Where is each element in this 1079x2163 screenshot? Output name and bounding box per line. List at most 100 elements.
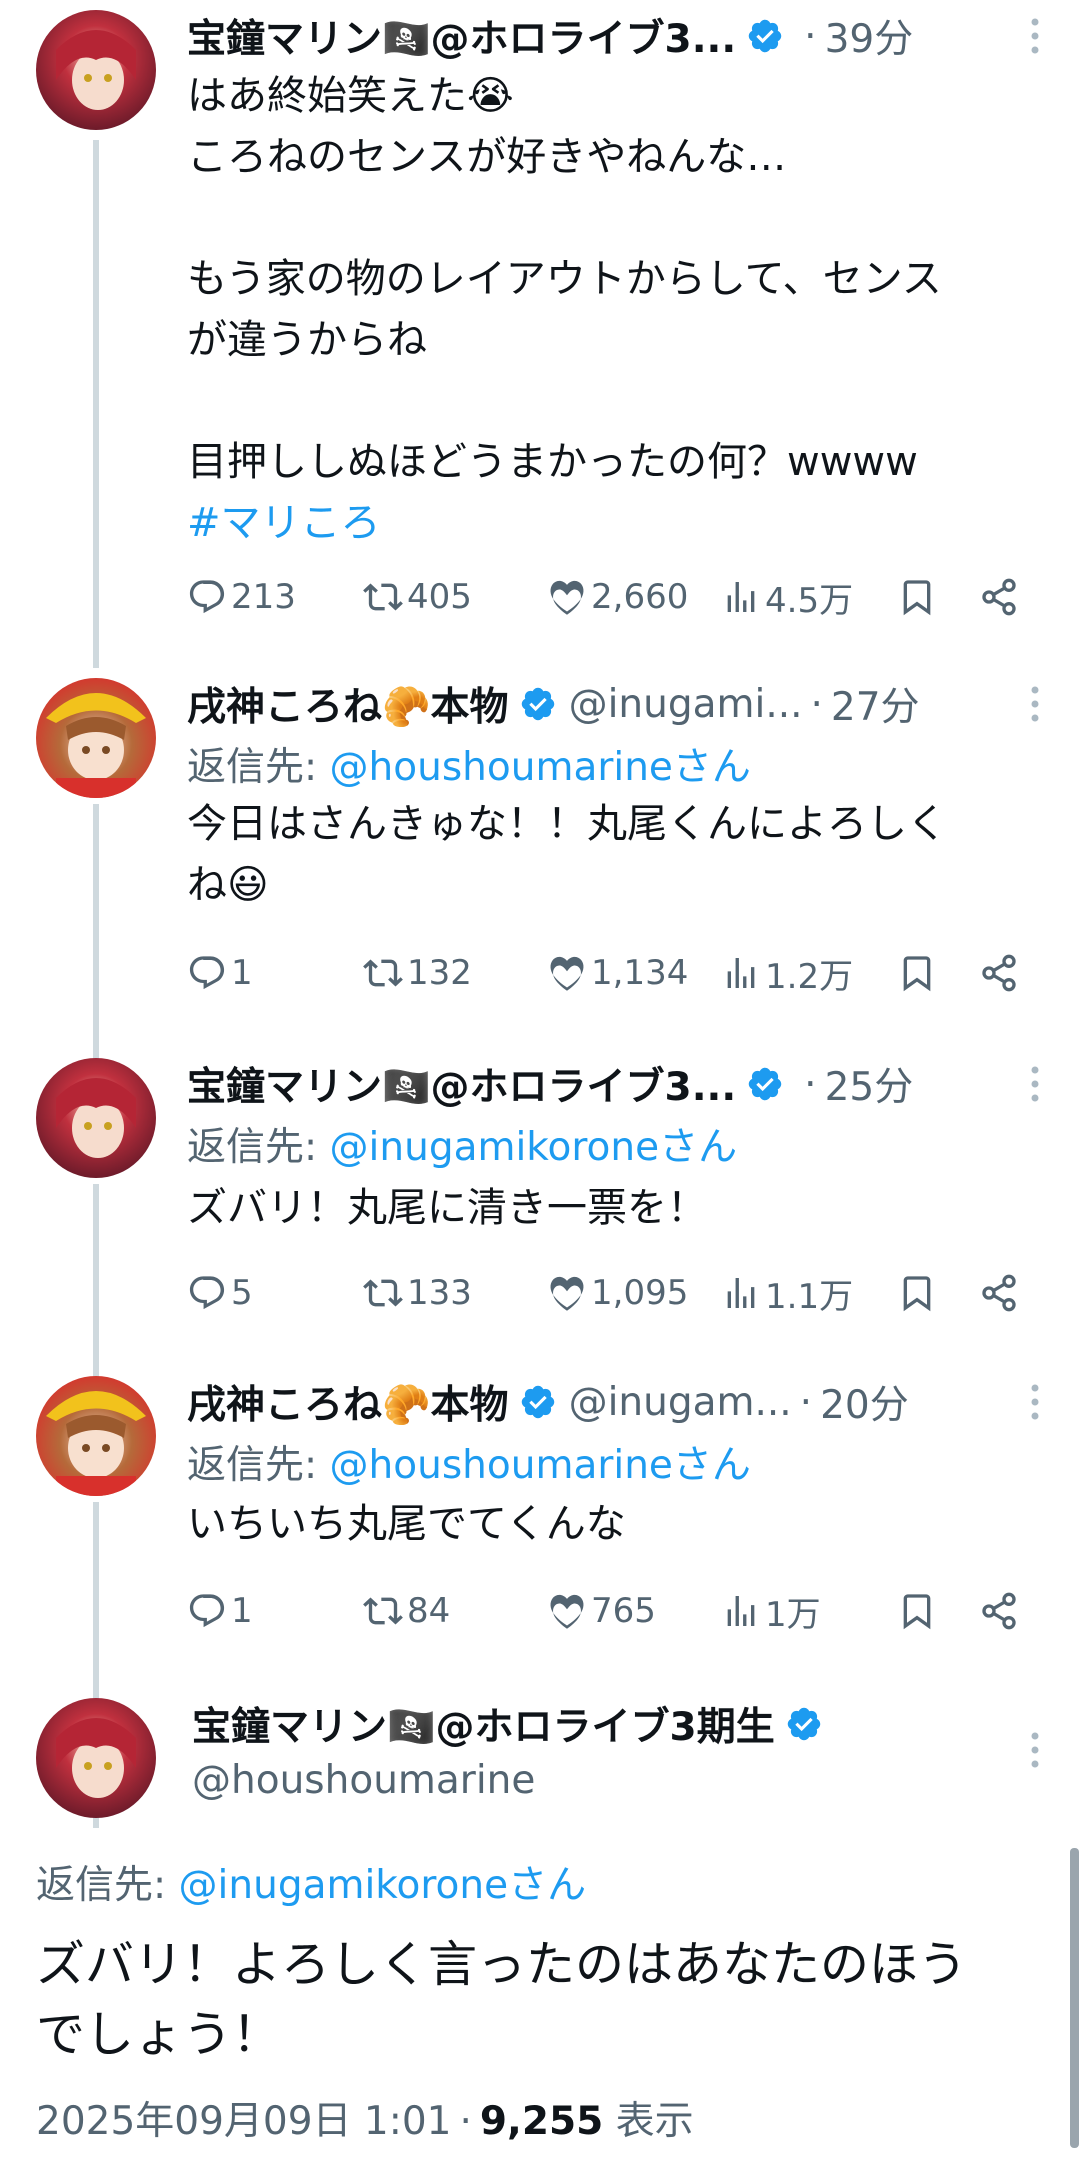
views-count: 1万 <box>765 1594 821 1635</box>
avatar[interactable] <box>36 1698 156 1818</box>
action-bar: 5 133 1,095 1.1万 <box>187 1268 1023 1318</box>
reply-count: 213 <box>231 577 296 617</box>
reply-to-label: 返信先: <box>36 1863 179 1908</box>
reply-button[interactable]: 213 <box>187 572 296 622</box>
like-icon <box>547 953 587 993</box>
reply-to-label: 返信先: <box>187 745 330 790</box>
views-button[interactable]: 4.5万 <box>721 572 853 622</box>
share-icon <box>979 1591 1019 1631</box>
avatar[interactable] <box>36 10 156 130</box>
more-icon[interactable] <box>1029 16 1041 56</box>
repost-button[interactable]: 133 <box>363 1268 472 1318</box>
like-icon <box>547 1591 587 1631</box>
share-button[interactable] <box>979 1268 1019 1318</box>
hashtag-link[interactable]: #マリころ <box>187 500 381 546</box>
repost-icon <box>363 577 403 617</box>
tweet-header: 宝鐘マリン🏴‍☠️@ホロライブ3... · 25分 <box>187 1054 913 1114</box>
tweet-header: 宝鐘マリン🏴‍☠️@ホロライブ3... · 39分 <box>187 6 913 66</box>
marine-avatar-image <box>36 1058 156 1178</box>
share-button[interactable] <box>979 1586 1019 1636</box>
display-name[interactable]: 宝鐘マリン🏴‍☠️@ホロライブ3... <box>187 1056 736 1112</box>
reply-button[interactable]: 1 <box>187 1586 253 1636</box>
avatar[interactable] <box>36 678 156 798</box>
reply-to-mention[interactable]: @inugamikoroneさん <box>330 1125 738 1170</box>
separator-dot: · <box>810 681 823 727</box>
tweet-timestamp[interactable]: 2025年09月09日 1:01 <box>36 2099 451 2144</box>
like-count: 1,134 <box>591 953 689 993</box>
views-label: 表示 <box>615 2099 694 2144</box>
tweet-text: ズバリ！丸尾に清き一票を！ <box>187 1185 707 1231</box>
tweet-text: ズバリ！よろしく言ったのはあなたのほう でしょう！ <box>36 1936 968 2063</box>
reply-to-mention[interactable]: @houshoumarineさん <box>330 745 751 790</box>
repost-count: 133 <box>407 1273 472 1313</box>
tweet-text-content: はあ終始笑えた😭 ころねのセンスが好きやねんな… もう家の物のレイアウトからして… <box>187 73 942 485</box>
separator-dot: · <box>799 1379 813 1425</box>
reply-to-line: 返信先: @houshoumarineさん <box>187 1434 751 1490</box>
action-bar: 213 405 2,660 4.5万 <box>187 572 1023 622</box>
share-icon <box>979 953 1019 993</box>
bookmark-icon <box>897 577 937 617</box>
user-handle[interactable]: @inugami... <box>569 682 803 727</box>
like-button[interactable]: 2,660 <box>547 572 688 622</box>
display-name[interactable]: 戌神ころね🥐本物 <box>187 1374 509 1430</box>
repost-count: 405 <box>407 577 472 617</box>
korone-avatar-image <box>36 678 156 798</box>
views-total: 9,255 <box>479 2099 604 2144</box>
like-count: 1,095 <box>591 1273 689 1313</box>
avatar[interactable] <box>36 1376 156 1496</box>
like-button[interactable]: 765 <box>547 1586 656 1636</box>
reply-button[interactable]: 5 <box>187 1268 253 1318</box>
tweet-meta: 2025年09月09日 1:01 · 9,255 表示 <box>36 2090 694 2146</box>
more-icon[interactable] <box>1029 684 1041 724</box>
scrollbar[interactable] <box>1070 1848 1079 2148</box>
reply-to-label: 返信先: <box>187 1125 330 1170</box>
timestamp[interactable]: 20分 <box>820 1374 909 1430</box>
timestamp[interactable]: 27分 <box>831 676 920 732</box>
reply-button[interactable]: 1 <box>187 948 253 998</box>
views-icon <box>721 953 761 993</box>
repost-button[interactable]: 405 <box>363 572 472 622</box>
share-button[interactable] <box>979 572 1019 622</box>
reply-count: 1 <box>231 953 253 993</box>
views-button[interactable]: 1万 <box>721 1586 821 1636</box>
like-count: 2,660 <box>591 577 689 617</box>
display-name[interactable]: 戌神ころね🥐本物 <box>187 676 509 732</box>
like-button[interactable]: 1,134 <box>547 948 688 998</box>
views-count: 1.2万 <box>765 956 854 997</box>
reply-icon <box>187 1273 227 1313</box>
bookmark-button[interactable] <box>897 1268 937 1318</box>
reply-icon <box>187 577 227 617</box>
timestamp[interactable]: 39分 <box>825 8 914 64</box>
reply-to-line: 返信先: @inugamikoroneさん <box>36 1854 586 1910</box>
user-handle[interactable]: @houshoumarine <box>192 1758 535 1803</box>
like-count: 765 <box>591 1591 656 1631</box>
display-name[interactable]: 宝鐘マリン🏴‍☠️@ホロライブ3期生 <box>192 1696 775 1752</box>
more-icon[interactable] <box>1029 1382 1041 1422</box>
repost-icon <box>363 1273 403 1313</box>
more-icon[interactable] <box>1029 1730 1041 1770</box>
reply-to-mention[interactable]: @houshoumarineさん <box>330 1443 751 1488</box>
avatar[interactable] <box>36 1058 156 1178</box>
separator-dot: · <box>804 1061 817 1107</box>
user-handle[interactable]: @inugam... <box>569 1380 792 1425</box>
bookmark-button[interactable] <box>897 1586 937 1636</box>
display-name[interactable]: 宝鐘マリン🏴‍☠️@ホロライブ3... <box>187 8 736 64</box>
like-button[interactable]: 1,095 <box>547 1268 688 1318</box>
verified-badge-icon <box>746 1065 784 1103</box>
views-button[interactable]: 1.1万 <box>721 1268 853 1318</box>
repost-icon <box>363 953 403 993</box>
timestamp[interactable]: 25分 <box>825 1056 914 1112</box>
tweet-header: 戌神ころね🥐本物 @inugam... · 20分 <box>187 1372 909 1432</box>
bookmark-button[interactable] <box>897 948 937 998</box>
bookmark-button[interactable] <box>897 572 937 622</box>
reply-to-line: 返信先: @houshoumarineさん <box>187 736 751 792</box>
views-icon <box>721 577 761 617</box>
more-icon[interactable] <box>1029 1064 1041 1104</box>
share-button[interactable] <box>979 948 1019 998</box>
verified-badge-icon <box>519 685 557 723</box>
views-count: 1.1万 <box>765 1276 854 1317</box>
repost-button[interactable]: 132 <box>363 948 472 998</box>
views-button[interactable]: 1.2万 <box>721 948 853 998</box>
reply-to-mention[interactable]: @inugamikoroneさん <box>179 1863 587 1908</box>
repost-button[interactable]: 84 <box>363 1586 450 1636</box>
